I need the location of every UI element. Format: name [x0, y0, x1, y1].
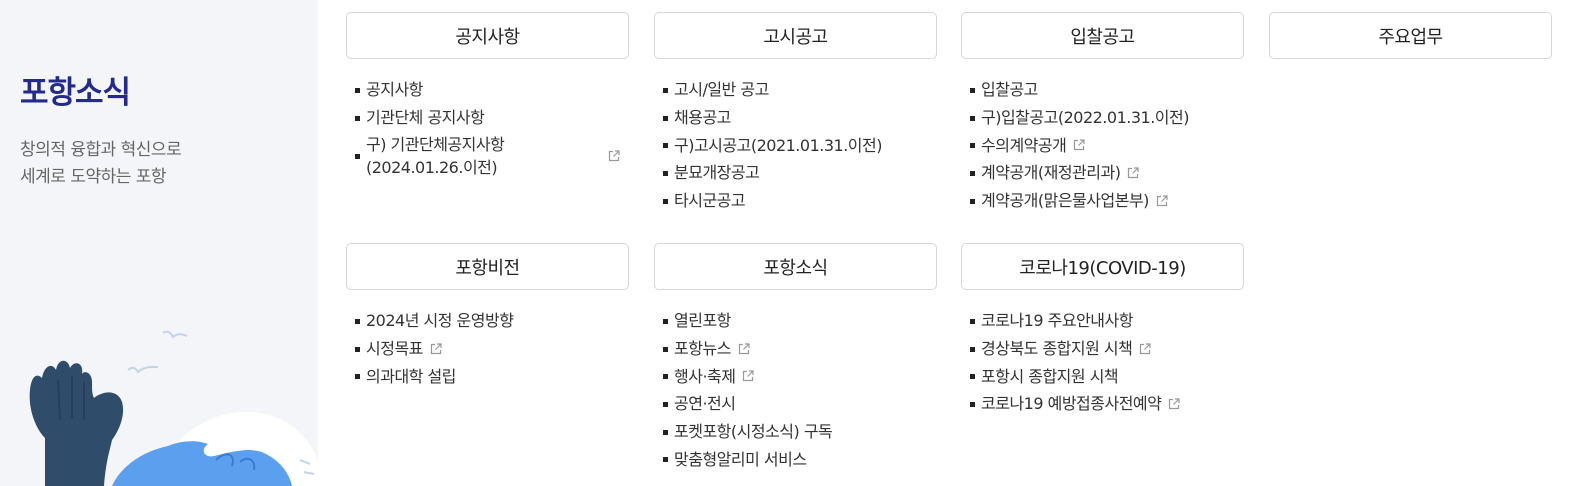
- section-link-label: 구)고시공고(2021.01.31.이전): [674, 135, 882, 155]
- section-card: 코로나19(COVID-19) 코로나19 주요안내사항경상북도 종합지원 시책포…: [961, 243, 1244, 418]
- section-link-label: 2024년 시정 운영방향: [366, 311, 514, 331]
- section-link[interactable]: 공연·전시: [663, 390, 937, 418]
- section-link[interactable]: 수의계약공개: [970, 131, 1244, 159]
- section-link[interactable]: 채용공고: [663, 104, 937, 132]
- section-link[interactable]: 경상북도 종합지원 시책: [970, 335, 1244, 363]
- section-link-label: 기관단체 공지사항: [366, 108, 485, 128]
- section-header-button[interactable]: 공지사항: [346, 12, 629, 59]
- section-card: 포항비전 2024년 시정 운영방향시정목표의과대학 설립: [346, 243, 629, 390]
- section-link-label: 채용공고: [674, 108, 731, 128]
- section-card: 주요업무: [1269, 12, 1552, 76]
- section-link-label: 의과대학 설립: [366, 366, 456, 386]
- section-card: 포항소식열린포항포항뉴스행사·축제공연·전시포켓포항(시정소식) 구독맞춤형알리…: [654, 243, 937, 473]
- section-link[interactable]: 구) 기관단체공지사항 (2024.01.26.이전): [355, 131, 629, 181]
- sidebar-desc-line-1: 창의적 융합과 혁신으로: [20, 140, 182, 160]
- section-link-label: 경상북도 종합지원 시책: [981, 339, 1133, 359]
- external-link-icon: [737, 342, 751, 356]
- external-link-icon: [741, 369, 755, 383]
- section-link[interactable]: 맞춤형알리미 서비스: [663, 445, 937, 473]
- section-link[interactable]: 행사·축제: [663, 362, 937, 390]
- section-header-button[interactable]: 주요업무: [1269, 12, 1552, 59]
- section-link-label: 코로나19 예방접종사전예약: [981, 394, 1162, 414]
- section-link-list: 입찰공고구)입찰공고(2022.01.31.이전) 수의계약공개계약공개(재정관리…: [961, 76, 1244, 214]
- seagull-icon: [162, 330, 188, 339]
- section-link[interactable]: 포켓포항(시정소식) 구독: [663, 418, 937, 446]
- hand-shape: [29, 360, 124, 486]
- section-link-label: 시정목표: [366, 339, 423, 359]
- section-link[interactable]: 포항시 종합지원 시책: [970, 362, 1244, 390]
- section-link-label: 포켓포항(시정소식) 구독: [674, 422, 833, 442]
- section-link[interactable]: 입찰공고: [970, 76, 1244, 104]
- external-link-icon: [1126, 166, 1140, 180]
- external-link-icon: [1138, 342, 1152, 356]
- sidebar-title: 포항소식: [20, 75, 131, 111]
- section-link-label: 맞춤형알리미 서비스: [674, 449, 807, 469]
- section-link-list: 코로나19 주요안내사항경상북도 종합지원 시책포항시 종합지원 시책코로나19…: [961, 307, 1244, 418]
- section-link-label: 수의계약공개: [981, 135, 1067, 155]
- section-link-label: 공지사항: [366, 80, 423, 100]
- section-link[interactable]: 코로나19 예방접종사전예약: [970, 390, 1244, 418]
- section-link[interactable]: 공지사항: [355, 76, 629, 104]
- sidebar-desc-line-2: 세계로 도약하는 포항: [20, 167, 167, 187]
- section-link-list: 2024년 시정 운영방향시정목표의과대학 설립: [346, 307, 629, 390]
- section-link-label: 계약공개(맑은물사업본부): [981, 191, 1149, 211]
- section-card: 공지사항 공지사항 기관단체 공지사항 구) 기관단체공지사항 (2024.01.26.…: [346, 12, 629, 181]
- external-link-icon: [1155, 194, 1169, 208]
- section-link[interactable]: 고시/일반 공고: [663, 76, 937, 104]
- section-link[interactable]: 포항뉴스: [663, 335, 937, 363]
- section-link-list: 고시/일반 공고채용공고구)고시공고(2021.01.31.이전) 분묘개장공고타…: [654, 76, 937, 214]
- section-card: 입찰공고 입찰공고 구)입찰공고(2022.01.31.이전) 수의계약공개 계약공개(…: [961, 12, 1244, 214]
- section-link-label-line-1: 구) 기관단체공지사항: [366, 135, 505, 155]
- section-link-label: 분묘개장공고: [674, 163, 760, 183]
- section-link[interactable]: 타시군공고: [663, 187, 937, 215]
- section-link-label: 입찰공고: [981, 80, 1038, 100]
- section-link-label: 열린포항: [674, 311, 731, 331]
- section-link[interactable]: 구)입찰공고(2022.01.31.이전): [970, 104, 1244, 132]
- section-link-list: 열린포항포항뉴스행사·축제공연·전시포켓포항(시정소식) 구독맞춤형알리미 서비…: [654, 307, 937, 473]
- section-link[interactable]: 기관단체 공지사항: [355, 104, 629, 132]
- section-link-label: 구) 기관단체공지사항 (2024.01.26.이전): [366, 133, 505, 179]
- section-link[interactable]: 시정목표: [355, 335, 629, 363]
- external-link-icon: [1072, 138, 1086, 152]
- section-header-button[interactable]: 입찰공고: [961, 12, 1244, 59]
- hand-wave-illustration: [29, 330, 318, 486]
- sidebar-description: 창의적 융합과 혁신으로 세계로 도약하는 포항: [20, 137, 182, 191]
- section-link-list: 공지사항기관단체 공지사항구) 기관단체공지사항 (2024.01.26.이전): [346, 76, 629, 181]
- section-link[interactable]: 2024년 시정 운영방향: [355, 307, 629, 335]
- seagull-icon: [127, 365, 159, 374]
- section-link[interactable]: 계약공개(재정관리과): [970, 159, 1244, 187]
- section-link[interactable]: 계약공개(맑은물사업본부): [970, 187, 1244, 215]
- section-link-label: 타시군공고: [674, 191, 746, 211]
- section-link-label: 행사·축제: [674, 366, 736, 386]
- section-link[interactable]: 분묘개장공고: [663, 159, 937, 187]
- section-link[interactable]: 의과대학 설립: [355, 362, 629, 390]
- section-header-button[interactable]: 포항비전: [346, 243, 629, 290]
- external-link-icon: [429, 342, 443, 356]
- section-header-button[interactable]: 포항소식: [654, 243, 937, 290]
- external-link-icon: [1167, 397, 1181, 411]
- section-link-label: 계약공개(재정관리과): [981, 163, 1121, 183]
- sidebar: 포항소식 창의적 융합과 혁신으로 세계로 도약하는 포항: [0, 0, 318, 486]
- section-link-label-line-2: (2024.01.26.이전): [366, 158, 498, 178]
- section-link-label: 포항시 종합지원 시책: [981, 366, 1119, 386]
- section-link[interactable]: 코로나19 주요안내사항: [970, 307, 1244, 335]
- section-link-label: 포항뉴스: [674, 339, 731, 359]
- section-header-button[interactable]: 고시공고: [654, 12, 937, 59]
- section-card: 고시공고고시/일반 공고채용공고구)고시공고(2021.01.31.이전) 분묘개…: [654, 12, 937, 214]
- section-header-button[interactable]: 코로나19(COVID-19): [961, 243, 1244, 290]
- external-link-icon: [607, 149, 621, 163]
- section-link[interactable]: 열린포항: [663, 307, 937, 335]
- section-link[interactable]: 구)고시공고(2021.01.31.이전): [663, 131, 937, 159]
- section-link-label: 코로나19 주요안내사항: [981, 311, 1133, 331]
- section-link-label: 공연·전시: [674, 394, 736, 414]
- section-link-label: 고시/일반 공고: [674, 80, 769, 100]
- section-link-label: 구)입찰공고(2022.01.31.이전): [981, 108, 1189, 128]
